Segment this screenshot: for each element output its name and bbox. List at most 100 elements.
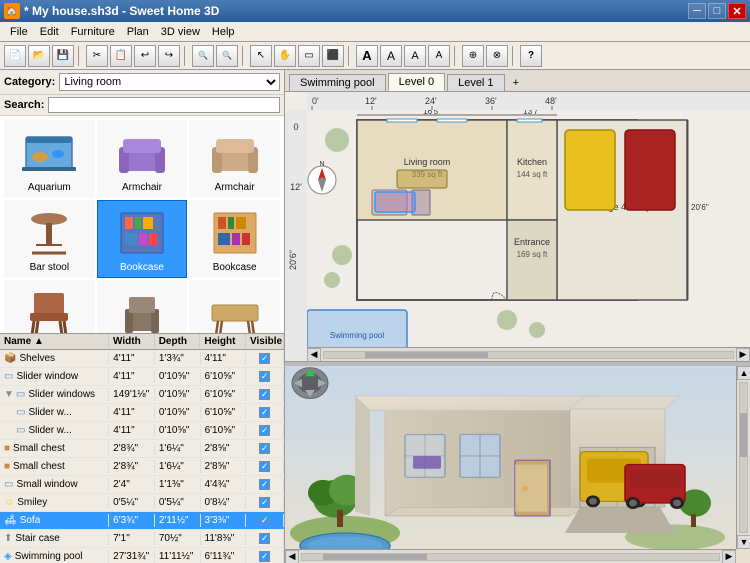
text-tool-a4[interactable]: A [428,45,450,67]
visible-checkbox[interactable]: ✓ [259,497,270,508]
col-name[interactable]: Name ▲ [0,334,109,349]
furniture-item-armchair2[interactable]: Armchair [189,120,280,198]
pan-tool[interactable]: ✋ [274,45,296,67]
new-button[interactable]: 📄 [4,45,26,67]
text-tool-a3[interactable]: A [404,45,426,67]
table-row[interactable]: ▼▭Slider windows 149'1⅛" 0'10⅝" 6'10⅝" ✓ [0,386,284,404]
zoom-fit-button[interactable]: ⊕ [462,45,484,67]
menu-furniture[interactable]: Furniture [65,24,121,40]
scroll-up-btn[interactable]: ▲ [737,366,750,380]
cell-visible[interactable]: ✓ [246,550,284,563]
scroll-right-btn[interactable]: ▶ [736,348,750,362]
furniture-item-bookcase1[interactable]: Bookcase [97,200,188,278]
furniture-item-armchair1[interactable]: Armchair [97,120,188,198]
table-row[interactable]: ▭Slider w... 4'11" 0'10⅝" 6'10⅝" ✓ [0,404,284,422]
search-input[interactable] [48,97,280,113]
visible-checkbox[interactable]: ✓ [259,479,270,490]
close-button[interactable]: ✕ [728,3,746,19]
plan-scrollbar-h[interactable]: ◀ ▶ [307,347,750,361]
table-row[interactable]: 📦Shelves 4'11" 1'3¾" 4'11" ✓ [0,350,284,368]
cut-button[interactable]: ✂ [86,45,108,67]
cell-visible[interactable]: ✓ [246,370,284,383]
visible-checkbox[interactable]: ✓ [259,515,270,526]
col-width[interactable]: Width [109,334,155,349]
floor-plan-svg[interactable]: 16'5" 13'7" Living room 339 sq ft Kitche… [307,110,750,361]
table-row[interactable]: ▭Small window 2'4" 1'1⅜" 4'4¾" ✓ [0,476,284,494]
open-button[interactable]: 📂 [28,45,50,67]
table-row[interactable]: ☺Smiley 0'5¼" 0'5¼" 0'8¼" ✓ [0,494,284,512]
visible-checkbox[interactable]: ✓ [259,389,270,400]
cell-visible[interactable]: ✓ [246,496,284,509]
cell-visible[interactable]: ✓ [246,478,284,491]
visible-checkbox[interactable]: ✓ [259,461,270,472]
tab-level0[interactable]: Level 0 [388,73,445,91]
maximize-button[interactable]: □ [708,3,726,19]
furniture-item-coffeetable[interactable]: Coffee table [189,280,280,333]
table-row[interactable]: 🛋Sofa 6'3¾" 2'11½" 3'3⅜" ✓ [0,512,284,530]
room-tool[interactable]: ⬛ [322,45,344,67]
redo-button[interactable]: ↪ [158,45,180,67]
table-row[interactable]: ⬆Stair case 7'1" 70½" 11'8⅜" ✓ [0,530,284,548]
tab-add-button[interactable]: + [507,75,525,91]
furniture-item-chair1[interactable]: Chair [4,280,95,333]
view3d-scrollbar-v[interactable]: ▲ ▼ [736,366,750,549]
visible-checkbox[interactable]: ✓ [259,371,270,382]
scroll-left-btn[interactable]: ◀ [307,348,321,362]
furniture-item-bookcase2[interactable]: Bookcase [189,200,280,278]
visible-checkbox[interactable]: ✓ [259,425,270,436]
view3d-area[interactable]: ▲ ▼ ◀ ▶ [285,366,750,563]
furniture-item-aquarium[interactable]: Aquarium [4,120,95,198]
scroll-thumb-h[interactable] [365,352,488,358]
table-row[interactable]: ▭Slider w... 4'11" 0'10⅝" 6'10⅝" ✓ [0,422,284,440]
menu-file[interactable]: File [4,24,34,40]
visible-checkbox[interactable]: ✓ [259,551,270,562]
cell-visible[interactable]: ✓ [246,352,284,365]
visible-checkbox[interactable]: ✓ [259,407,270,418]
visible-checkbox[interactable]: ✓ [259,353,270,364]
table-row[interactable]: ◈Swimming pool 27'31¾" 11'11½" 6'11¾" ✓ [0,548,284,563]
undo-button[interactable]: ↩ [134,45,156,67]
scroll-left-3d-btn[interactable]: ◀ [285,550,299,563]
cell-visible[interactable]: ✓ [246,406,284,419]
menu-edit[interactable]: Edit [34,24,65,40]
category-select[interactable]: Living room Bedroom Kitchen Bathroom [59,73,280,91]
scroll-thumb-3d-h[interactable] [323,554,427,560]
tab-swimming-pool[interactable]: Swimming pool [289,74,386,91]
cell-visible[interactable]: ✓ [246,388,284,401]
zoom-out-button[interactable]: 🔍 [216,45,238,67]
scroll-thumb-v[interactable] [740,413,747,458]
text-tool-a1[interactable]: A [356,45,378,67]
floor-plan-area[interactable]: 0' 12' 24' 36' 48' 0 12' [285,92,750,362]
menu-plan[interactable]: Plan [121,24,155,40]
menu-help[interactable]: Help [206,24,241,40]
col-depth[interactable]: Depth [155,334,201,349]
zoom-fit2-button[interactable]: ⊗ [486,45,508,67]
cell-visible[interactable]: ✓ [246,442,284,455]
tab-level1[interactable]: Level 1 [447,74,504,91]
menu-3dview[interactable]: 3D view [155,24,206,40]
cell-visible[interactable]: ✓ [246,460,284,473]
col-visible[interactable]: Visible [246,334,284,349]
table-row[interactable]: ■Small chest 2'8¾" 1'6¼" 2'8⅝" ✓ [0,440,284,458]
scroll-down-btn[interactable]: ▼ [737,535,750,549]
visible-checkbox[interactable]: ✓ [259,443,270,454]
wall-tool[interactable]: ▭ [298,45,320,67]
cell-visible[interactable]: ✓ [246,514,284,527]
table-row[interactable]: ▭Slider window 4'11" 0'10⅝" 6'10⅝" ✓ [0,368,284,386]
view3d-scrollbar-h[interactable]: ◀ ▶ [285,549,736,563]
help-button[interactable]: ? [520,45,542,67]
cell-visible[interactable]: ✓ [246,532,284,545]
visible-checkbox[interactable]: ✓ [259,533,270,544]
table-row[interactable]: ■Small chest 2'8¾" 1'6¼" 2'8⅝" ✓ [0,458,284,476]
copy-button[interactable]: 📋 [110,45,132,67]
furniture-item-chair2[interactable]: Chair [97,280,188,333]
furniture-item-barstool[interactable]: Bar stool [4,200,95,278]
col-height[interactable]: Height [200,334,246,349]
scroll-right-3d-btn[interactable]: ▶ [722,550,736,563]
text-tool-a2[interactable]: A [380,45,402,67]
save-button[interactable]: 💾 [52,45,74,67]
cell-visible[interactable]: ✓ [246,424,284,437]
select-tool[interactable]: ↖ [250,45,272,67]
minimize-button[interactable]: ─ [688,3,706,19]
zoom-in-button[interactable]: 🔍 [192,45,214,67]
